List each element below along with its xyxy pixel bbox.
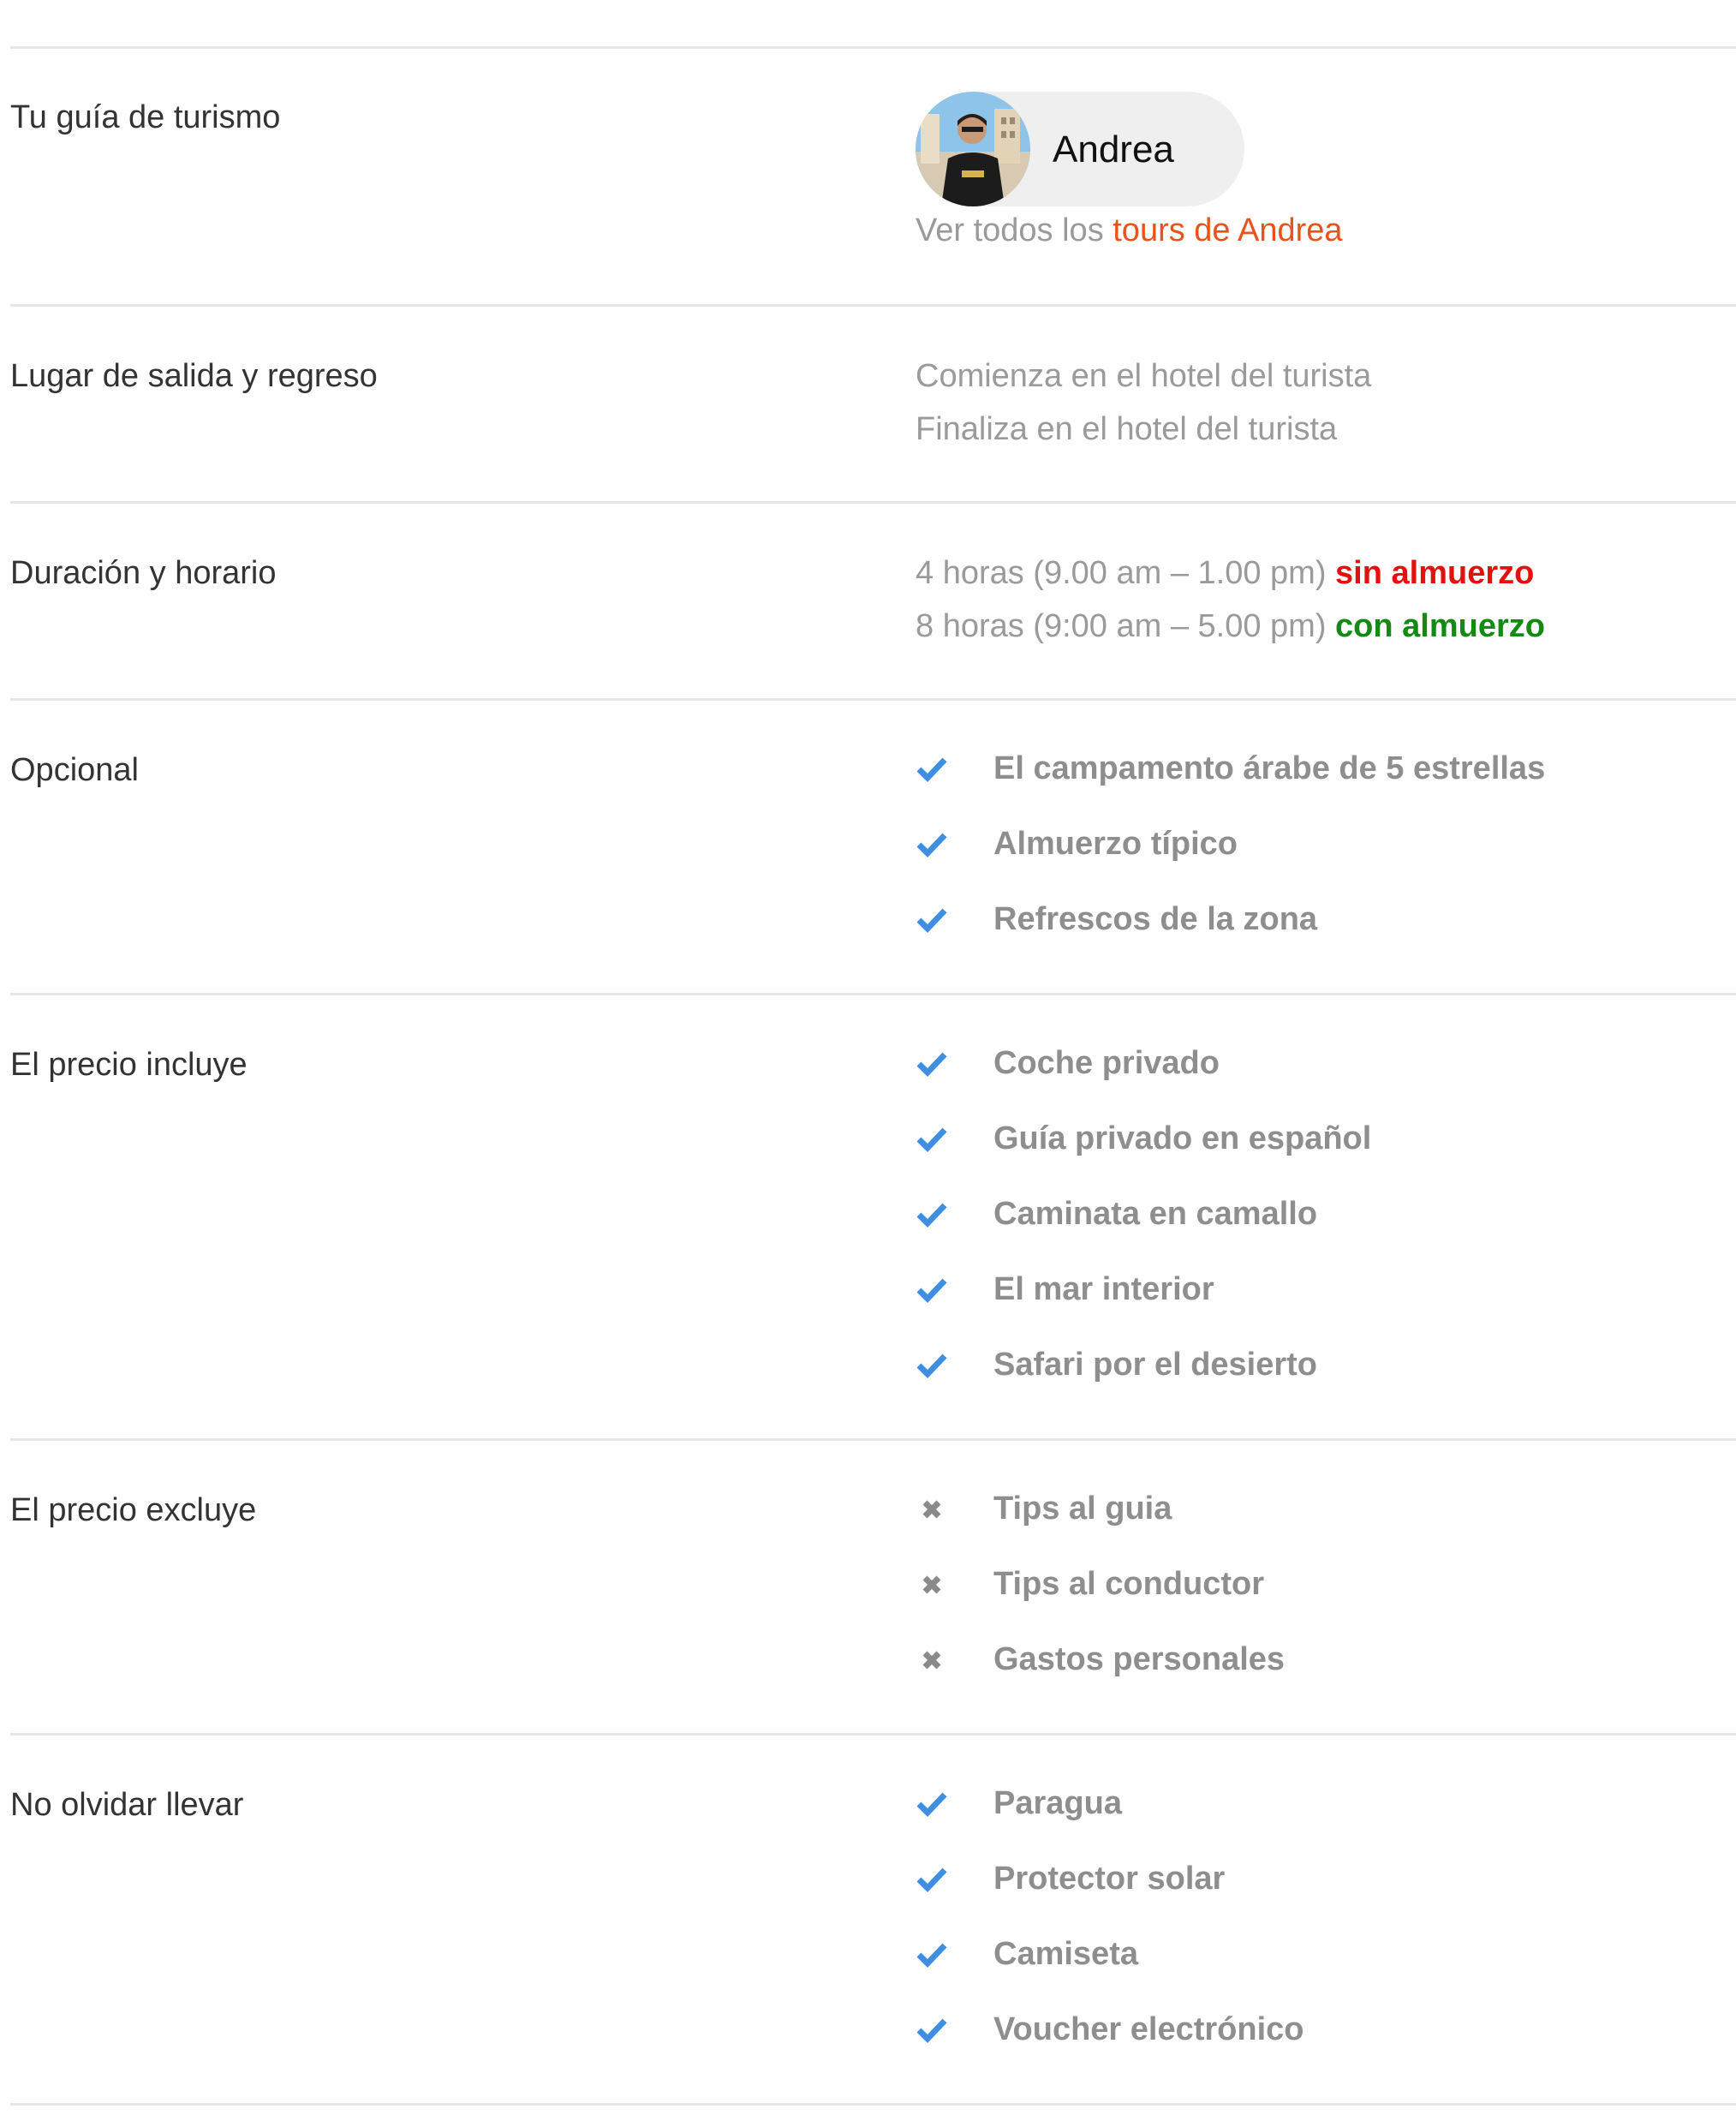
- divider: [10, 501, 1736, 504]
- divider: [10, 1438, 1736, 1441]
- guide-label: Tu guía de turismo: [10, 99, 281, 135]
- excludes-label: El precio excluye: [10, 1492, 257, 1528]
- check-icon: [916, 757, 947, 783]
- item-text: Tips al conductor: [993, 1566, 1265, 1602]
- duration-option-1-text: 4 horas (9.00 am – 1.00 pm): [916, 555, 1327, 591]
- meeting-label: Lugar de salida y regreso: [10, 358, 378, 394]
- divider: [10, 304, 1736, 307]
- includes-label: El precio incluye: [10, 1047, 248, 1083]
- optional-label: Opcional: [10, 752, 139, 788]
- guide-name: Andrea: [1053, 128, 1174, 170]
- item-text: Refrescos de la zona: [993, 901, 1318, 937]
- check-icon: [916, 1278, 947, 1304]
- item-text: Gastos personales: [993, 1641, 1286, 1677]
- item-text: El mar interior: [993, 1271, 1214, 1307]
- duration-label: Duración y horario: [10, 555, 277, 591]
- divider: [10, 2103, 1736, 2106]
- item-text: Tips al guia: [993, 1491, 1172, 1527]
- guide-chip[interactable]: Andrea: [916, 92, 1244, 206]
- check-icon: [916, 908, 947, 934]
- no-lunch-tag: sin almuerzo: [1335, 555, 1535, 591]
- item-text: Paragua: [993, 1785, 1122, 1821]
- item-text: Coche privado: [993, 1045, 1220, 1081]
- tours-prefix: Ver todos los: [916, 212, 1113, 248]
- check-icon: [916, 1052, 947, 1078]
- check-icon: [916, 1867, 947, 1893]
- check-icon: [916, 2018, 947, 2044]
- check-icon: [916, 1943, 947, 1969]
- item-text: Guía privado en español: [993, 1120, 1372, 1156]
- duration-option-2-text: 8 horas (9:00 am – 5.00 pm): [916, 608, 1327, 644]
- with-lunch-tag: con almuerzo: [1335, 608, 1545, 644]
- check-icon: [916, 1127, 947, 1153]
- tours-link[interactable]: tours de Andrea: [1113, 212, 1342, 248]
- divider: [10, 698, 1736, 701]
- check-icon: [916, 1792, 947, 1818]
- check-icon: [916, 833, 947, 858]
- item-text: Safari por el desierto: [993, 1347, 1318, 1383]
- item-text: Voucher electrónico: [993, 2011, 1304, 2047]
- divider: [10, 993, 1736, 995]
- item-text: Almuerzo típico: [993, 826, 1238, 862]
- avatar: [916, 92, 1030, 206]
- cross-icon: [922, 1651, 941, 1670]
- meeting-end: Finaliza en el hotel del turista: [916, 411, 1338, 447]
- tours-line: Ver todos los tours de Andrea: [916, 214, 1343, 247]
- duration-option-2: 8 horas (9:00 am – 5.00 pm) con almuerzo: [916, 610, 1545, 642]
- item-text: El campamento árabe de 5 estrellas: [993, 750, 1546, 786]
- divider: [10, 1733, 1736, 1736]
- meeting-start: Comienza en el hotel del turista: [916, 358, 1372, 394]
- cross-icon: [922, 1575, 941, 1594]
- duration-option-1: 4 horas (9.00 am – 1.00 pm) sin almuerzo: [916, 557, 1534, 589]
- bring-label: No olvidar llevar: [10, 1787, 244, 1823]
- item-text: Protector solar: [993, 1861, 1226, 1897]
- item-text: Camiseta: [993, 1936, 1138, 1972]
- cross-icon: [922, 1500, 941, 1519]
- divider: [10, 46, 1736, 49]
- check-icon: [916, 1353, 947, 1379]
- item-text: Caminata en camallo: [993, 1196, 1318, 1232]
- check-icon: [916, 1203, 947, 1228]
